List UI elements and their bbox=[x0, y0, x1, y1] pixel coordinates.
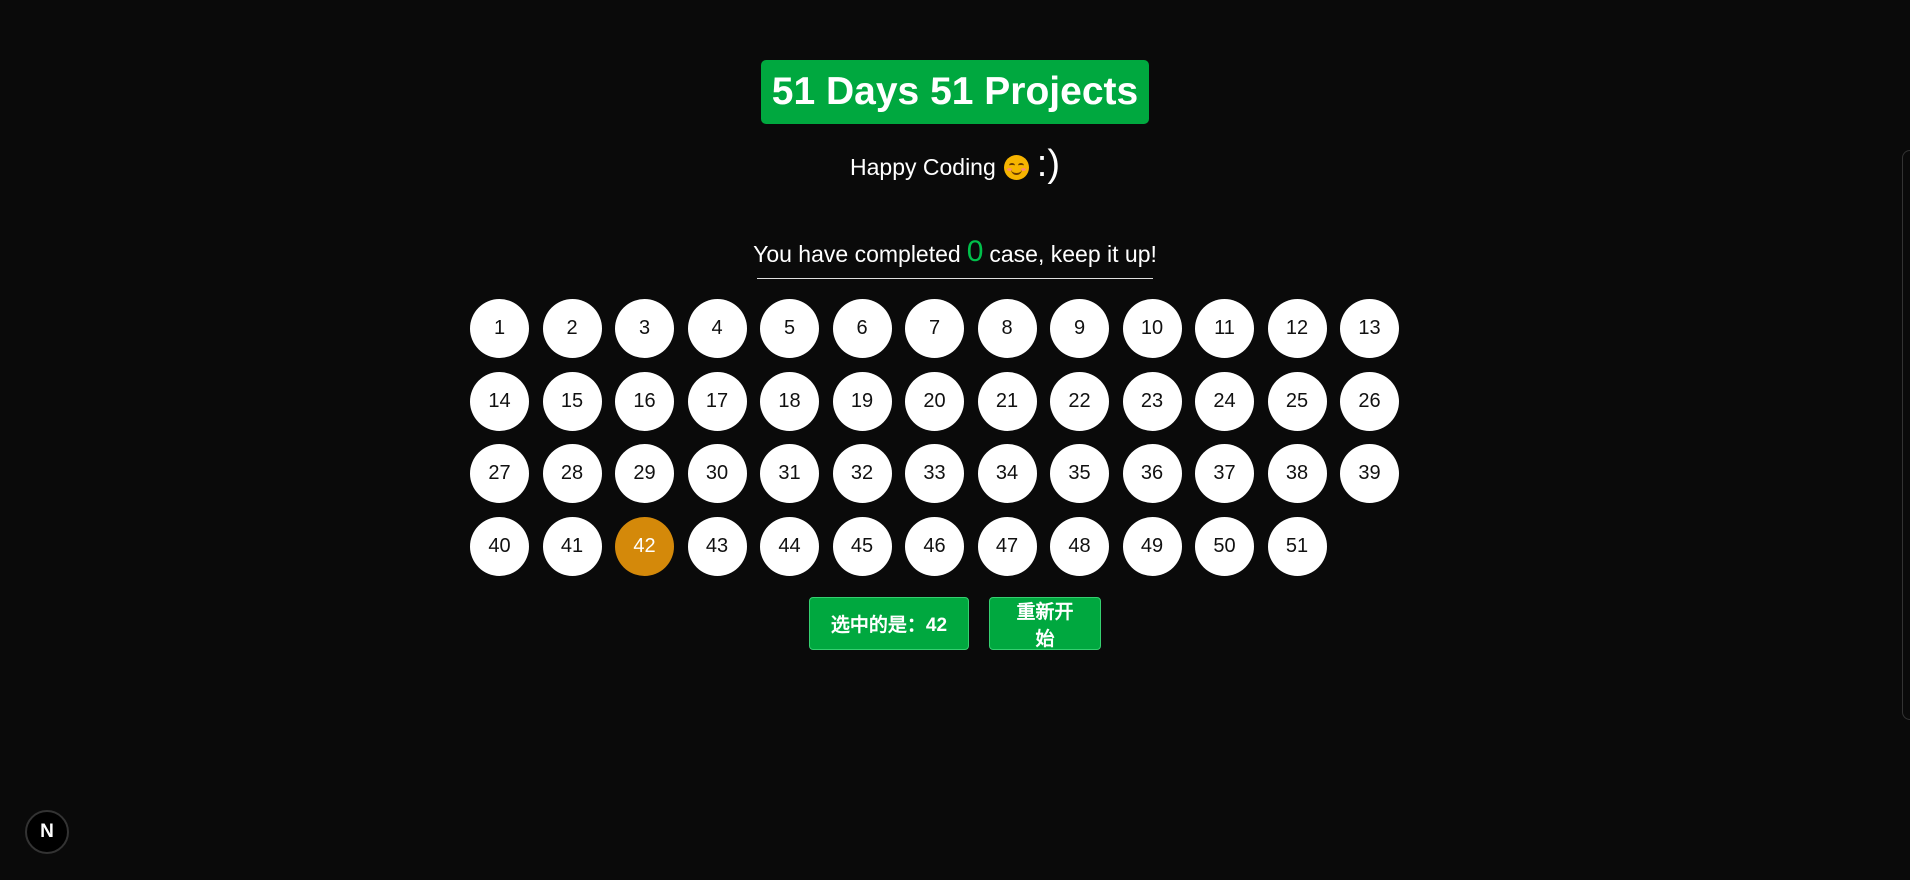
smiling-face-icon bbox=[1003, 154, 1029, 180]
project-33-button[interactable]: 33 bbox=[905, 444, 964, 503]
project-26-button[interactable]: 26 bbox=[1340, 371, 1399, 431]
project-29-button[interactable]: 29 bbox=[615, 444, 674, 503]
project-21-button[interactable]: 21 bbox=[977, 371, 1037, 431]
nextjs-logo-icon[interactable]: N bbox=[25, 810, 69, 854]
project-2-button[interactable]: 2 bbox=[542, 299, 602, 358]
project-19-button[interactable]: 19 bbox=[832, 371, 892, 431]
project-50-button[interactable]: 50 bbox=[1195, 516, 1254, 576]
progress-suffix: case, keep it up! bbox=[989, 240, 1157, 267]
project-1-button[interactable]: 1 bbox=[470, 299, 529, 358]
page-title: 51 Days 51 Projects bbox=[761, 60, 1149, 124]
project-10-button[interactable]: 10 bbox=[1122, 299, 1182, 358]
project-11-button[interactable]: 11 bbox=[1195, 299, 1254, 358]
project-38-button[interactable]: 38 bbox=[1267, 444, 1327, 503]
project-9-button[interactable]: 9 bbox=[1050, 299, 1109, 358]
project-42-button[interactable]: 42 bbox=[615, 516, 674, 576]
project-51-button[interactable]: 51 bbox=[1267, 516, 1327, 576]
project-25-button[interactable]: 25 bbox=[1267, 371, 1327, 431]
project-24-button[interactable]: 24 bbox=[1195, 371, 1254, 431]
project-45-button[interactable]: 45 bbox=[832, 516, 892, 576]
project-30-button[interactable]: 30 bbox=[687, 444, 747, 503]
project-5-button[interactable]: 5 bbox=[760, 299, 819, 358]
project-17-button[interactable]: 17 bbox=[687, 371, 747, 431]
project-43-button[interactable]: 43 bbox=[687, 516, 747, 576]
project-15-button[interactable]: 15 bbox=[542, 371, 602, 431]
subtitle-text: Happy Coding bbox=[850, 153, 996, 180]
project-46-button[interactable]: 46 bbox=[905, 516, 964, 576]
project-27-button[interactable]: 27 bbox=[470, 444, 529, 503]
project-31-button[interactable]: 31 bbox=[760, 444, 819, 503]
project-12-button[interactable]: 12 bbox=[1267, 299, 1327, 358]
completed-count: 0 bbox=[966, 235, 984, 268]
project-32-button[interactable]: 32 bbox=[832, 444, 892, 503]
project-35-button[interactable]: 35 bbox=[1050, 444, 1109, 503]
project-36-button[interactable]: 36 bbox=[1122, 444, 1182, 503]
restart-button[interactable]: 重新开始 bbox=[989, 597, 1101, 650]
project-6-button[interactable]: 6 bbox=[832, 299, 892, 358]
project-28-button[interactable]: 28 bbox=[542, 444, 602, 503]
project-47-button[interactable]: 47 bbox=[977, 516, 1037, 576]
project-39-button[interactable]: 39 bbox=[1340, 444, 1399, 503]
project-14-button[interactable]: 14 bbox=[470, 371, 529, 431]
subtitle: Happy Coding :) bbox=[0, 143, 1910, 188]
project-20-button[interactable]: 20 bbox=[905, 371, 964, 431]
selected-project-button[interactable]: 选中的是：42 bbox=[809, 597, 969, 650]
project-4-button[interactable]: 4 bbox=[687, 299, 747, 358]
project-8-button[interactable]: 8 bbox=[977, 299, 1037, 358]
page: 51 Days 51 Projects Happy Coding :) You … bbox=[0, 0, 1910, 880]
project-22-button[interactable]: 22 bbox=[1050, 371, 1109, 431]
project-37-button[interactable]: 37 bbox=[1195, 444, 1254, 503]
project-48-button[interactable]: 48 bbox=[1050, 516, 1109, 576]
progress-summary: You have completed 0 case, keep it up! bbox=[753, 230, 1157, 279]
project-49-button[interactable]: 49 bbox=[1122, 516, 1182, 576]
project-44-button[interactable]: 44 bbox=[760, 516, 819, 576]
project-34-button[interactable]: 34 bbox=[977, 444, 1037, 503]
project-7-button[interactable]: 7 bbox=[905, 299, 964, 358]
project-23-button[interactable]: 23 bbox=[1122, 371, 1182, 431]
project-3-button[interactable]: 3 bbox=[615, 299, 674, 358]
project-18-button[interactable]: 18 bbox=[760, 371, 819, 431]
project-40-button[interactable]: 40 bbox=[470, 516, 529, 576]
progress-prefix: You have completed bbox=[753, 240, 961, 267]
scrollbar[interactable] bbox=[1902, 150, 1910, 720]
project-41-button[interactable]: 41 bbox=[542, 516, 602, 576]
action-bar: 选中的是：42 重新开始 bbox=[809, 597, 1101, 650]
project-13-button[interactable]: 13 bbox=[1340, 299, 1399, 358]
subtitle-emoticon: :) bbox=[1036, 143, 1060, 185]
project-16-button[interactable]: 16 bbox=[615, 371, 674, 431]
